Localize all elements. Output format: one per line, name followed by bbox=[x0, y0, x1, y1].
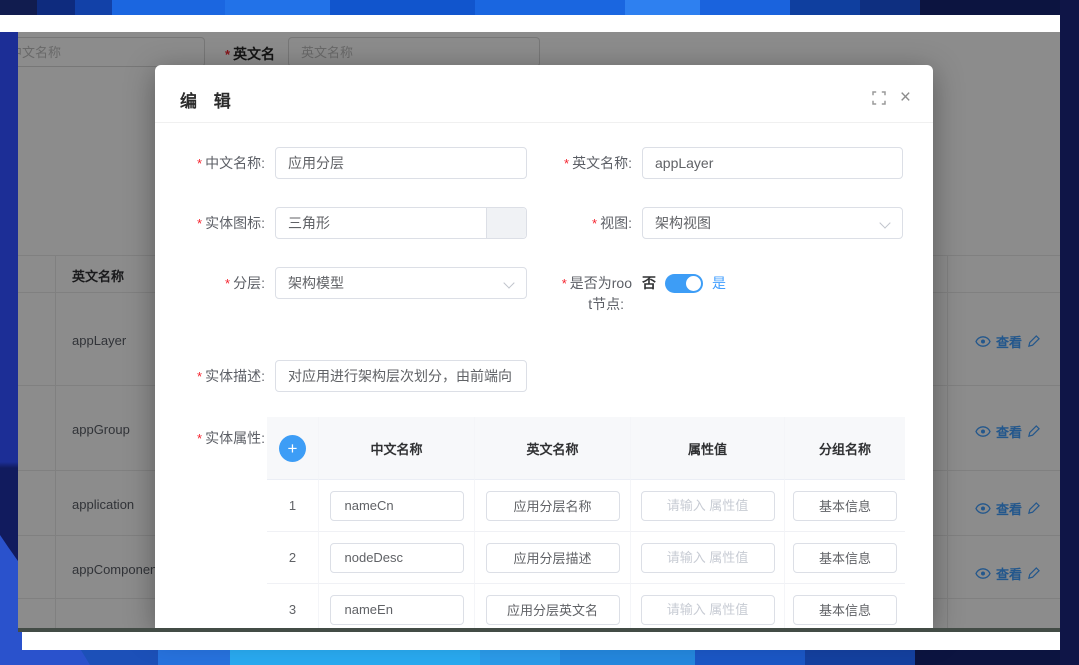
attr-group-input[interactable] bbox=[793, 595, 897, 625]
chevron-down-icon bbox=[879, 217, 890, 228]
desktop-right-band bbox=[1060, 0, 1079, 665]
required-mark: * bbox=[197, 431, 202, 446]
attr-table: + 中文名称 英文名称 属性值 分组名称 1 2 bbox=[267, 417, 905, 628]
bottom-white-strip bbox=[22, 632, 1060, 650]
layer-label: *分层: bbox=[155, 267, 265, 300]
required-mark: * bbox=[197, 369, 202, 384]
desktop-top-band bbox=[0, 0, 1079, 15]
attr-value-input[interactable] bbox=[641, 491, 775, 521]
attr-cn-input[interactable] bbox=[330, 595, 464, 625]
attr-value-input[interactable] bbox=[641, 595, 775, 625]
entity-desc-label: *实体描述: bbox=[155, 360, 265, 393]
divider bbox=[155, 122, 933, 123]
toggle-off-label: 否 bbox=[642, 273, 656, 293]
en-name-input[interactable] bbox=[642, 147, 903, 179]
attr-value-input[interactable] bbox=[641, 543, 775, 573]
desktop-bottom-band bbox=[0, 650, 1079, 665]
view-label: *视图: bbox=[485, 207, 632, 240]
layer-select-value: 架构模型 bbox=[288, 275, 344, 291]
attr-table-add-cell: + bbox=[267, 417, 319, 480]
is-root-toggle-row: 否 是 bbox=[642, 267, 726, 299]
entity-attrs-label: *实体属性: bbox=[155, 422, 265, 455]
required-mark: * bbox=[197, 156, 202, 171]
dialog-title: 编 辑 bbox=[180, 87, 237, 112]
is-root-switch[interactable] bbox=[665, 274, 703, 293]
required-mark: * bbox=[564, 156, 569, 171]
entity-desc-input[interactable] bbox=[275, 360, 527, 392]
attr-col-header: 中文名称 bbox=[319, 417, 475, 480]
toggle-on-label: 是 bbox=[712, 273, 726, 293]
en-name-label: *英文名称: bbox=[485, 147, 632, 180]
attr-cn-input[interactable] bbox=[330, 491, 464, 521]
attr-group-input[interactable] bbox=[793, 491, 897, 521]
fullscreen-icon[interactable] bbox=[872, 91, 886, 105]
row-number: 2 bbox=[267, 532, 319, 584]
required-mark: * bbox=[592, 216, 597, 231]
required-mark: * bbox=[225, 276, 230, 291]
attr-en-input[interactable] bbox=[486, 491, 620, 521]
attr-en-input[interactable] bbox=[486, 595, 620, 625]
row-number: 1 bbox=[267, 480, 319, 532]
cn-name-label: *中文名称: bbox=[155, 147, 265, 180]
entity-icon-label: *实体图标: bbox=[155, 207, 265, 240]
view-select[interactable]: 架构视图 bbox=[642, 207, 903, 239]
attr-group-input[interactable] bbox=[793, 543, 897, 573]
required-mark: * bbox=[562, 276, 567, 291]
attr-en-input[interactable] bbox=[486, 543, 620, 573]
edit-dialog: 编 辑 × *中文名称: *英文名称: *实体图标: *视图: 架构视图 *分层… bbox=[155, 65, 933, 628]
screen: *英文名 英文名称 appLayer appGroup application … bbox=[0, 0, 1079, 665]
attr-col-header: 英文名称 bbox=[475, 417, 631, 480]
add-row-button[interactable]: + bbox=[279, 435, 306, 462]
is-root-label: *是否为roo t节点: bbox=[485, 267, 632, 314]
view-select-value: 架构视图 bbox=[655, 215, 711, 231]
row-number: 3 bbox=[267, 584, 319, 628]
required-mark: * bbox=[197, 216, 202, 231]
attr-col-header: 分组名称 bbox=[785, 417, 905, 480]
close-icon[interactable]: × bbox=[900, 91, 911, 105]
attr-col-header: 属性值 bbox=[631, 417, 785, 480]
attr-cn-input[interactable] bbox=[330, 543, 464, 573]
